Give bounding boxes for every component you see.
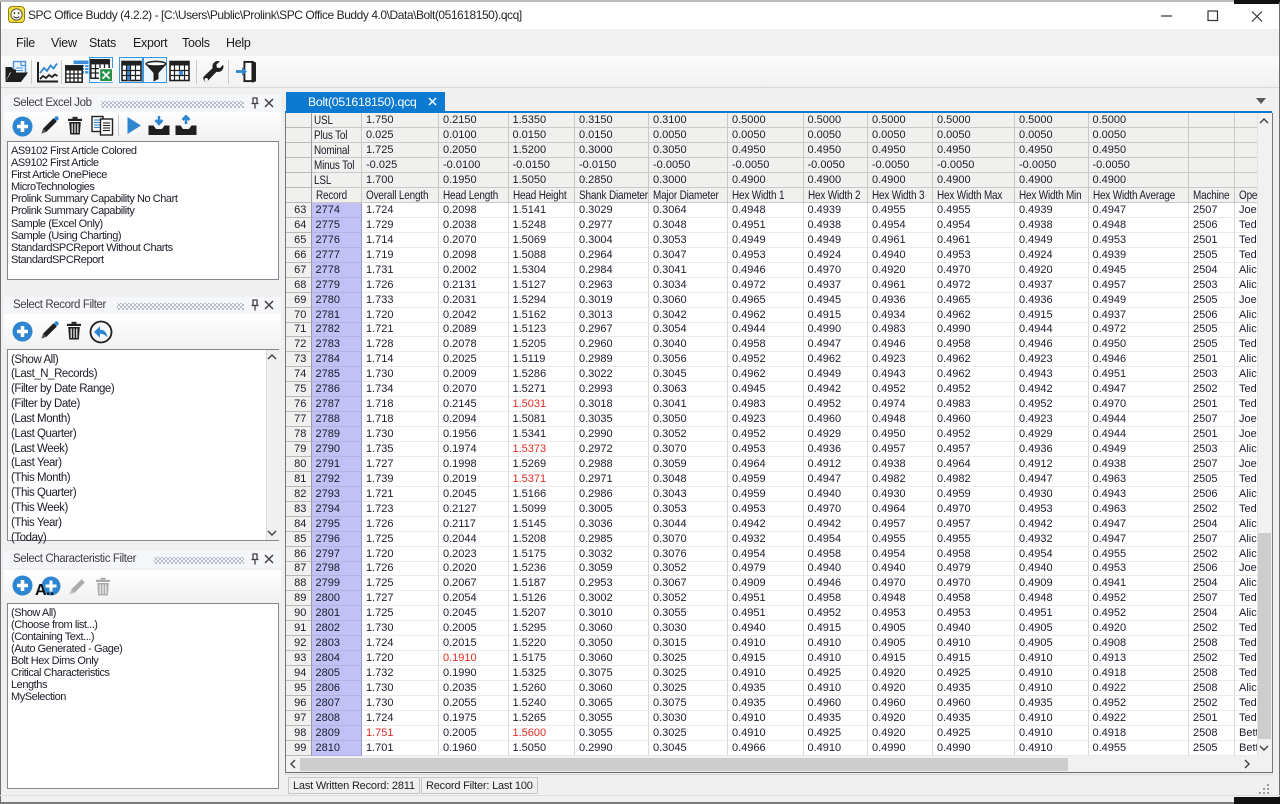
svg-text:A: A	[35, 582, 47, 599]
